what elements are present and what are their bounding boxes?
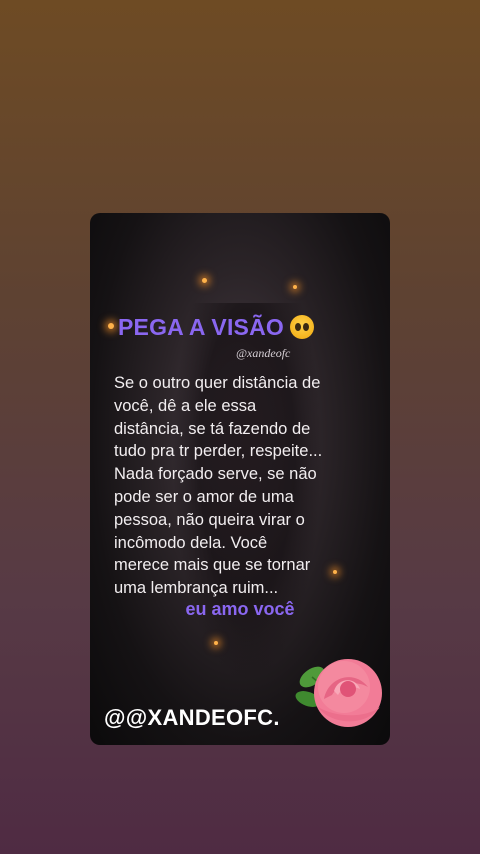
signature-text: eu amo você xyxy=(185,599,295,619)
post-title: PEGA A VISÃO xyxy=(118,314,314,341)
quote-line: Nada forçado serve, se não xyxy=(114,465,317,484)
quote-line: uma lembrança ruim... xyxy=(114,579,279,598)
ember-spark xyxy=(202,278,207,283)
quote-text: Se o outro quer distância de você, dê a … xyxy=(114,372,376,600)
quote-line: Se o outro quer distância de xyxy=(114,374,321,392)
story-card: PEGA A VISÃO @xandeofc Se o outro quer d… xyxy=(90,213,390,745)
quote-line: você, dê a ele essa xyxy=(114,396,257,415)
author-handle[interactable]: @@XANDEOFC. xyxy=(104,705,280,731)
watermark-handle: @xandeofc xyxy=(236,346,291,360)
post-title-text: PEGA A VISÃO xyxy=(118,314,284,340)
ember-spark xyxy=(293,285,297,289)
quote-line: distância, se tá fazendo de xyxy=(114,419,311,438)
quote-line: tudo pra tr perder, respeite... xyxy=(114,442,323,461)
quote-line: merece mais que se tornar xyxy=(114,556,311,575)
ember-spark xyxy=(108,323,114,329)
ember-spark xyxy=(214,641,218,645)
rose-icon xyxy=(295,659,382,727)
quote-line: incômodo dela. Você xyxy=(114,533,268,552)
quote-line: pessoa, não queira virar o xyxy=(114,510,305,529)
quote-line: pode ser o amor de uma xyxy=(114,487,294,506)
pleading-face-icon xyxy=(289,315,314,339)
